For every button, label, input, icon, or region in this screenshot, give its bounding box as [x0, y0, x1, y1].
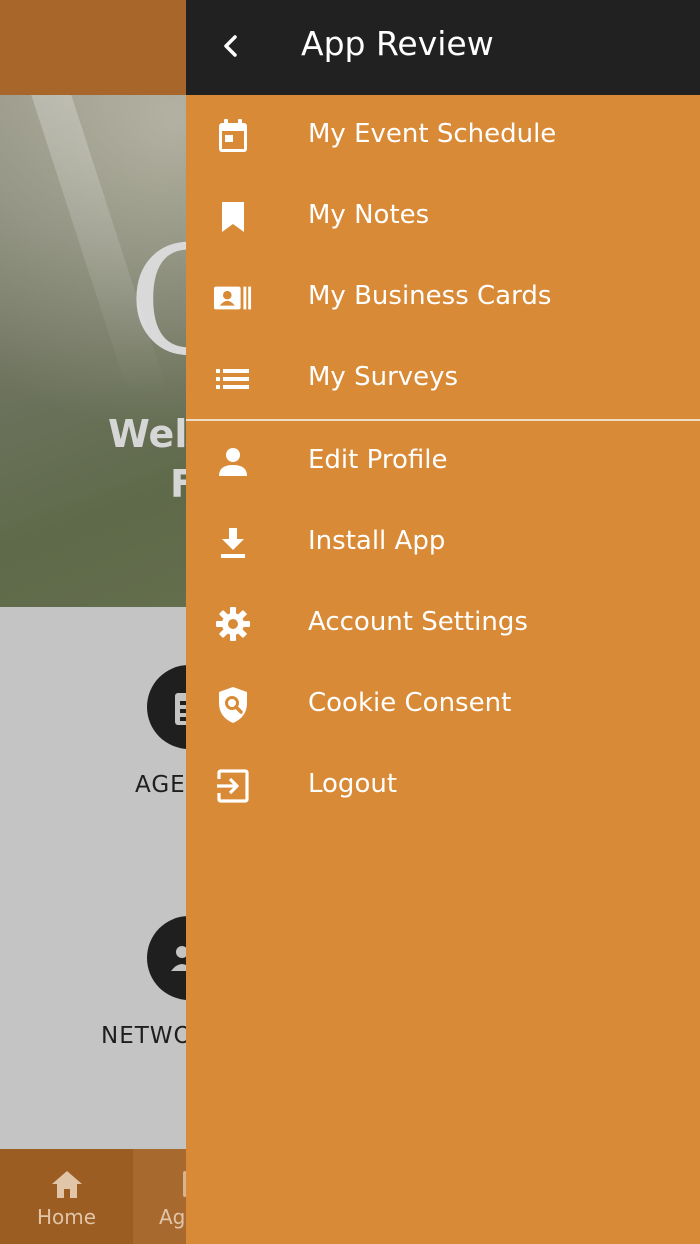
menu-item-account-settings[interactable]: Account Settings: [186, 583, 700, 664]
person-icon: [214, 443, 252, 481]
menu-item-notes[interactable]: My Notes: [186, 176, 700, 257]
menu-item-label: My Event Schedule: [308, 119, 557, 149]
back-button[interactable]: [208, 26, 252, 70]
logout-icon: [214, 767, 252, 805]
menu-item-business-cards[interactable]: My Business Cards: [186, 257, 700, 338]
nav-home[interactable]: Home: [0, 1149, 133, 1244]
menu-item-label: Account Settings: [308, 607, 528, 637]
drawer-header: App Review: [186, 0, 700, 95]
menu-item-install-app[interactable]: Install App: [186, 502, 700, 583]
menu-item-label: Cookie Consent: [308, 688, 512, 718]
shield-search-icon: [214, 686, 252, 724]
tile-agenda-label: AGE: [135, 772, 186, 798]
business-card-icon: [214, 279, 252, 317]
menu-item-label: My Notes: [308, 200, 430, 230]
menu-item-label: My Business Cards: [308, 281, 552, 311]
menu-item-surveys[interactable]: My Surveys: [186, 338, 700, 419]
menu-item-cookie-consent[interactable]: Cookie Consent: [186, 664, 700, 745]
gear-icon: [214, 605, 252, 643]
side-drawer: App Review My Event Schedule My Notes My…: [186, 0, 700, 1244]
menu-item-event-schedule[interactable]: My Event Schedule: [186, 95, 700, 176]
menu-item-edit-profile[interactable]: Edit Profile: [186, 421, 700, 502]
download-icon: [214, 524, 252, 562]
bookmark-icon: [214, 198, 252, 236]
nav-home-label: Home: [36, 1205, 97, 1229]
menu-item-label: Install App: [308, 526, 446, 556]
tile-networking-label: NETWO: [101, 1023, 193, 1049]
home-icon: [50, 1169, 84, 1203]
menu-item-label: My Surveys: [308, 362, 459, 392]
list-icon: [214, 360, 252, 398]
menu-item-label: Logout: [308, 769, 398, 799]
calendar-icon: [214, 117, 252, 155]
menu-item-label: Edit Profile: [308, 445, 448, 475]
drawer-title: App Review: [301, 24, 494, 63]
chevron-left-icon: [221, 34, 239, 62]
menu-item-logout[interactable]: Logout: [186, 745, 700, 826]
